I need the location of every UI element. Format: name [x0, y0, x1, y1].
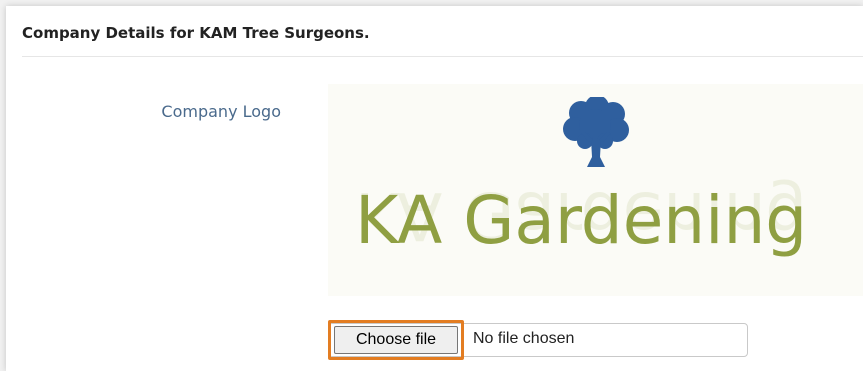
company-logo-image: KA Gardening KA Gardening	[328, 84, 863, 296]
tree-icon	[563, 97, 629, 167]
choose-file-button[interactable]: Choose file	[334, 326, 458, 354]
file-status-text: No file chosen	[473, 330, 575, 347]
page-title: Company Details for KAM Tree Surgeons.	[22, 24, 370, 42]
logo-wordmark-reflection: KA Gardening	[355, 177, 808, 254]
company-logo-label: Company Logo	[161, 102, 281, 121]
company-details-panel: Company Details for KAM Tree Surgeons. C…	[6, 6, 863, 371]
header-divider	[22, 56, 863, 57]
